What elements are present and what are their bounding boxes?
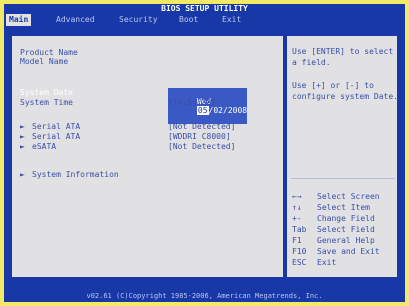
system-date-rest: /02/2008 — [208, 106, 248, 115]
key-esc: ESC — [292, 258, 307, 267]
menu-bar: Main Advanced Security Boot Exit — [4, 14, 405, 26]
arrow-right-icon: ► — [20, 142, 25, 151]
system-time-label[interactable]: System Time — [20, 98, 73, 107]
tab-security[interactable]: Security — [116, 14, 161, 26]
key-general-help: General Help — [317, 236, 375, 245]
key-f10: F10 — [292, 247, 307, 256]
key-select-field: Select Field — [317, 225, 375, 234]
key-select-item: Select Item — [317, 203, 370, 212]
help-enter-text: Use [ENTER] to select a field. — [292, 47, 394, 67]
tab-exit[interactable]: Exit — [219, 14, 244, 26]
tab-advanced[interactable]: Advanced — [53, 14, 98, 26]
bios-title: BIOS SETUP UTILITY — [4, 4, 405, 14]
tab-boot[interactable]: Boot — [176, 14, 201, 26]
model-name-label: Model Name — [20, 57, 69, 66]
sata-port-value: [WDDRI C8000] — [168, 132, 231, 141]
key-plus-minus: +- — [292, 214, 302, 223]
system-date-label[interactable]: System Date — [20, 88, 73, 97]
arrow-right-icon: ► — [20, 132, 25, 141]
system-information-label: System Information — [32, 170, 119, 179]
key-select-screen: Select Screen — [317, 192, 380, 201]
sata-port-label: Serial ATA — [32, 122, 81, 131]
tab-main[interactable]: Main — [6, 14, 32, 26]
system-time-value[interactable]: [14:54:38] — [168, 98, 216, 107]
key-tab: Tab — [292, 225, 307, 234]
bios-screen: BIOS SETUP UTILITY Main Advanced Securit… — [4, 4, 405, 302]
key-exit: Exit — [317, 258, 337, 267]
main-settings-panel: Product Name Model Name System Date Wed … — [10, 34, 285, 279]
help-date-text: Use [+] or [-] to configure system Date. — [292, 81, 398, 101]
product-name-label: Product Name — [20, 48, 78, 57]
key-arrows-ud: ↑↓ — [292, 203, 302, 212]
key-change-field: Change Field — [317, 214, 375, 223]
copyright-footer: v02.61 (C)Copyright 1985-2006, American … — [86, 292, 323, 300]
system-date-month[interactable]: 05 — [196, 106, 209, 115]
esata-value: [Not Detected] — [168, 142, 236, 151]
key-f1: F1 — [292, 236, 302, 245]
help-panel: Use [ENTER] to select a field. Use [+] o… — [285, 34, 399, 279]
arrow-right-icon: ► — [20, 170, 25, 179]
arrow-right-icon: ► — [20, 122, 25, 131]
esata-label: eSATA — [32, 142, 57, 151]
key-arrows-lr: ←→ — [292, 192, 302, 201]
key-save-exit: Save and Exit — [317, 247, 380, 256]
sata-port-label: Serial ATA — [32, 132, 81, 141]
sata-port-value: [Not Detected] — [168, 122, 236, 131]
help-divider — [291, 178, 395, 179]
